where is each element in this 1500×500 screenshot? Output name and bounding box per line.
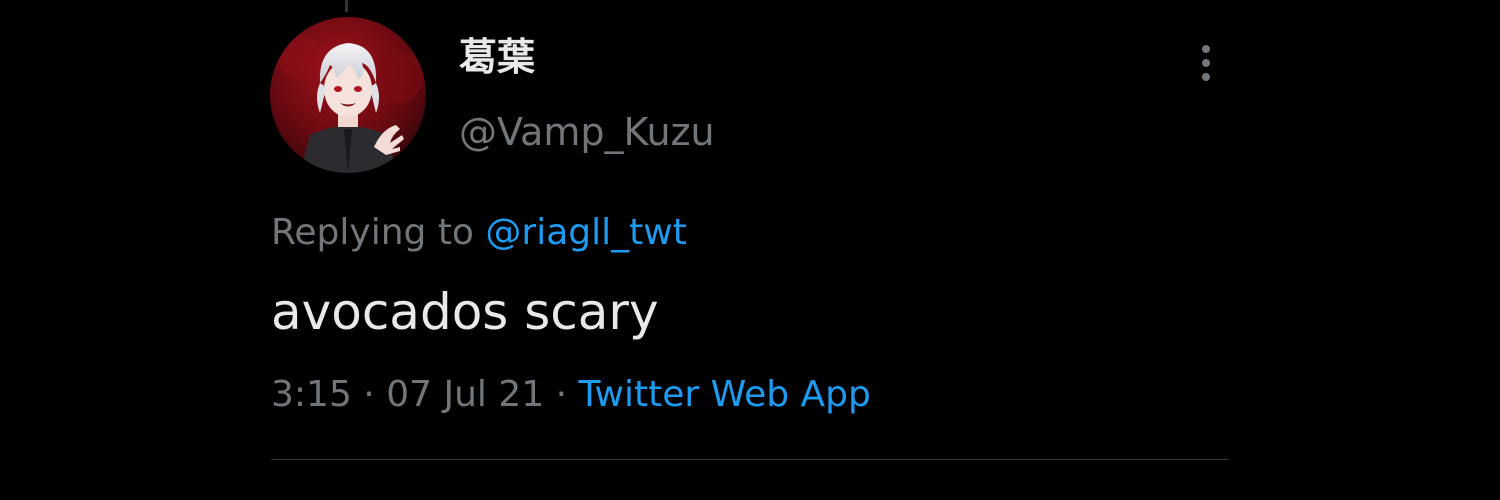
divider [271,459,1229,460]
author-handle[interactable]: @Vamp_Kuzu [459,113,715,151]
reply-mention-link[interactable]: @riagll_twt [485,212,686,253]
meta-separator: · [555,374,568,415]
more-options-button[interactable] [1186,40,1226,86]
avatar-image [270,17,426,173]
author-display-name[interactable]: 葛葉 [459,38,535,76]
tweet: 葛葉 @Vamp_Kuzu Replying to @riagll_twt av… [0,0,1500,500]
tweet-source-link[interactable]: Twitter Web App [579,374,871,415]
tweet-date[interactable]: 07 Jul 21 [386,374,544,415]
meta-separator: · [363,374,375,415]
more-vertical-icon [1202,45,1210,53]
tweet-meta: 3:15 · 07 Jul 21 · Twitter Web App [271,375,871,415]
tweet-text: avocados scary [271,283,659,341]
tweet-time[interactable]: 3:15 [271,374,352,415]
avatar[interactable] [270,17,426,173]
replying-to: Replying to @riagll_twt [271,213,687,253]
replying-to-label: Replying to [271,212,474,253]
